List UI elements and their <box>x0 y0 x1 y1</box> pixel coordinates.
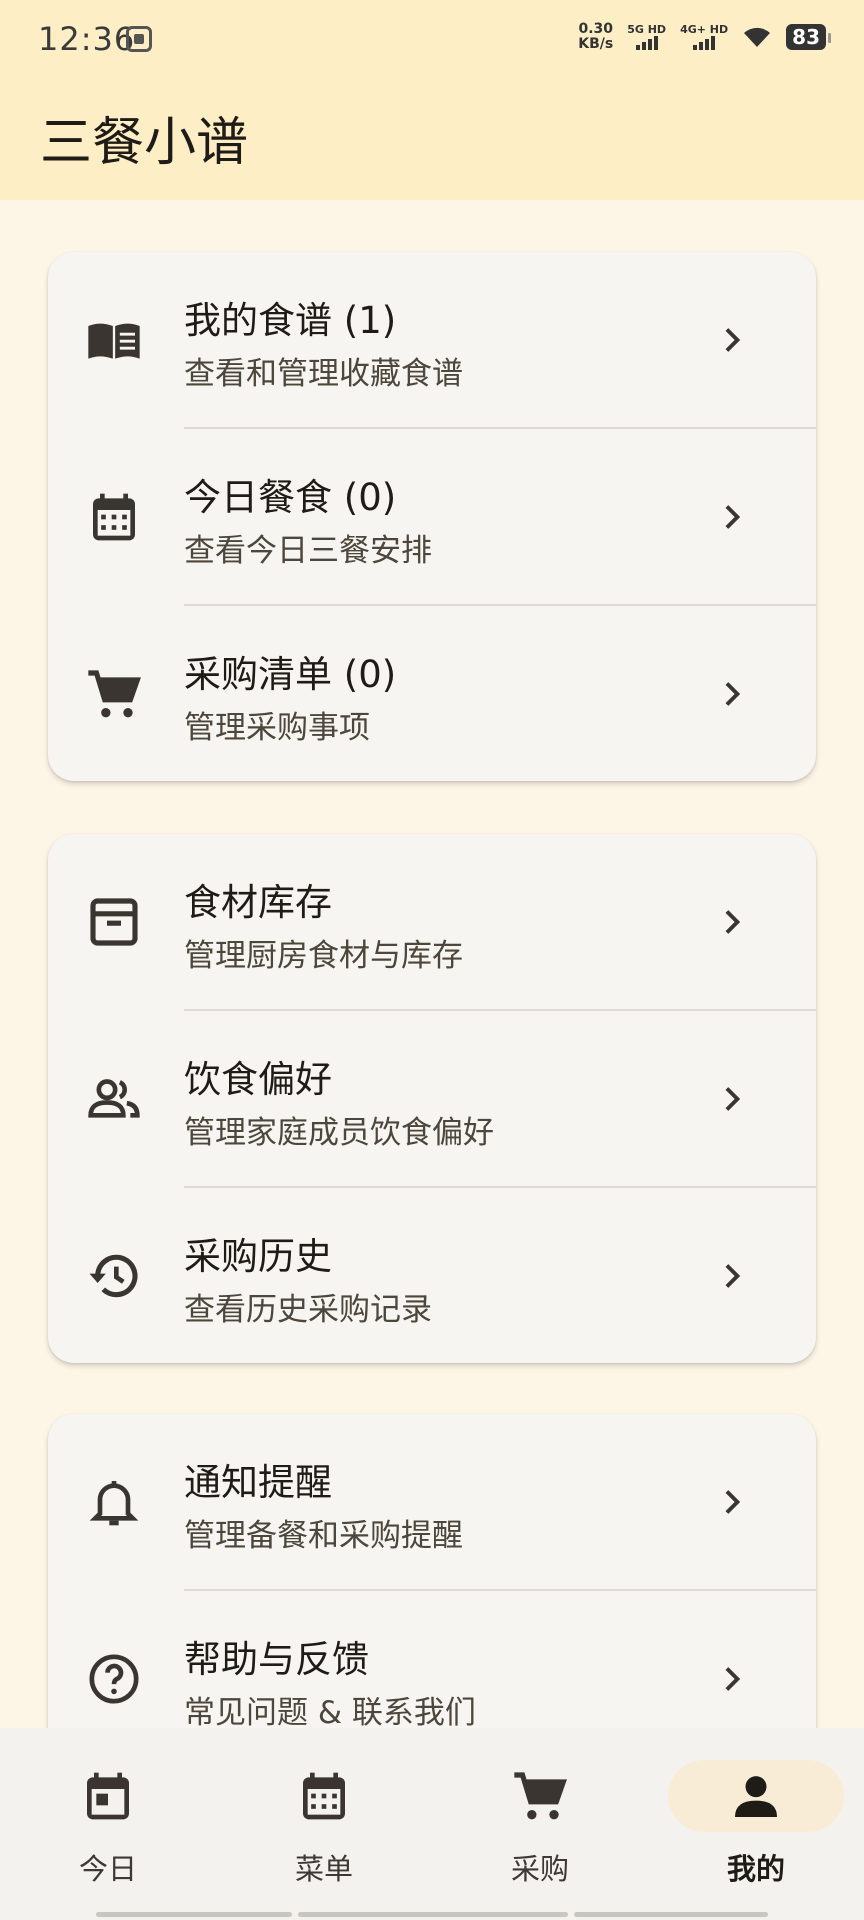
bottom-navigation: 今日 菜单 采购 我的 <box>0 1728 864 1920</box>
menu-item-subtitle: 管理厨房食材与库存 <box>184 938 463 974</box>
network-speed-unit: KB/s <box>578 36 614 52</box>
status-bar: 12:36 0.30 KB/s 5G HD 4G+ HD 83 <box>0 0 864 80</box>
menu-item-diet-preferences[interactable]: 饮食偏好 管理家庭成员饮食偏好 <box>48 1011 816 1186</box>
gesture-bar <box>298 1912 568 1917</box>
menu-item-notifications[interactable]: 通知提醒 管理备餐和采购提醒 <box>48 1414 816 1589</box>
menu-item-title: 饮食偏好 <box>184 1058 332 1101</box>
menu-item-shopping-list[interactable]: 采购清单 (0) 管理采购事项 <box>48 606 816 781</box>
chevron-right-icon <box>725 1087 741 1111</box>
menu-item-subtitle: 管理备餐和采购提醒 <box>184 1518 463 1554</box>
app-bar: 三餐小谱 <box>0 80 864 200</box>
status-time: 12:36 <box>38 20 136 58</box>
menu-item-subtitle: 查看今日三餐安排 <box>184 533 432 569</box>
today-calendar-icon <box>87 1772 129 1820</box>
history-icon <box>89 1254 138 1298</box>
network-speed-value: 0.30 <box>578 21 613 37</box>
signal-4g-label: 4G+ HD <box>680 23 729 36</box>
menu-card-2: 食材库存 管理厨房食材与库存 饮食偏好 管理家庭成员饮食偏好 采购历史 查看历史… <box>48 834 816 1363</box>
chevron-right-icon <box>725 328 741 352</box>
chevron-right-icon <box>725 1490 741 1514</box>
menu-card-1: 我的食谱 (1) 查看和管理收藏食谱 今日餐食 (0) 查看今日三餐安排 采购清… <box>48 252 816 781</box>
signal-4g-icon: 4G+ HD <box>680 24 728 50</box>
cart-icon <box>514 1772 567 1820</box>
menu-item-today-meals[interactable]: 今日餐食 (0) 查看今日三餐安排 <box>48 429 816 604</box>
menu-item-subtitle: 常见问题 & 联系我们 <box>184 1695 476 1731</box>
menu-item-title: 帮助与反馈 <box>184 1638 369 1681</box>
chevron-right-icon <box>725 505 741 529</box>
nav-mine[interactable]: 我的 <box>648 1728 864 1920</box>
nav-today[interactable]: 今日 <box>0 1728 216 1920</box>
chevron-right-icon <box>725 1667 741 1691</box>
gesture-bar <box>96 1912 292 1917</box>
menu-item-subtitle: 管理采购事项 <box>184 710 370 746</box>
nav-shopping[interactable]: 采购 <box>432 1728 648 1920</box>
menu-item-my-recipes[interactable]: 我的食谱 (1) 查看和管理收藏食谱 <box>48 252 816 427</box>
archive-box-icon <box>90 898 138 946</box>
signal-5g-label: 5G HD <box>627 23 667 36</box>
menu-item-title: 今日餐食 (0) <box>184 476 397 519</box>
app-notification-icon <box>126 26 152 52</box>
menu-calendar-icon <box>303 1772 345 1820</box>
menu-item-title: 通知提醒 <box>184 1461 332 1504</box>
menu-item-purchase-history[interactable]: 采购历史 查看历史采购记录 <box>48 1188 816 1363</box>
menu-item-subtitle: 查看历史采购记录 <box>184 1292 432 1328</box>
person-icon <box>735 1776 777 1817</box>
nav-label: 采购 <box>510 1852 569 1886</box>
network-speed: 0.30 KB/s <box>578 22 613 52</box>
recipe-book-icon <box>88 323 140 359</box>
chevron-right-icon <box>725 682 741 706</box>
nav-label: 菜单 <box>294 1852 353 1886</box>
page-title: 三餐小谱 <box>40 113 249 173</box>
wifi-icon <box>744 27 771 47</box>
gesture-bar <box>574 1912 768 1917</box>
nav-label: 今日 <box>78 1852 137 1886</box>
menu-item-title: 我的食谱 (1) <box>184 299 397 342</box>
nav-menu[interactable]: 菜单 <box>216 1728 432 1920</box>
bell-icon <box>89 1481 139 1526</box>
battery-icon: 83 <box>786 24 831 50</box>
menu-item-title: 采购历史 <box>184 1235 332 1278</box>
signal-5g-icon: 5G HD <box>627 24 666 50</box>
calendar-icon <box>93 493 135 541</box>
menu-item-subtitle: 管理家庭成员饮食偏好 <box>184 1115 494 1151</box>
help-circle-icon <box>89 1654 139 1704</box>
nav-label: 我的 <box>726 1852 785 1886</box>
cart-icon <box>88 670 141 718</box>
menu-item-title: 采购清单 (0) <box>184 653 397 696</box>
menu-item-title: 食材库存 <box>184 881 332 924</box>
status-indicators: 0.30 KB/s 5G HD 4G+ HD 83 <box>578 22 831 52</box>
menu-item-inventory[interactable]: 食材库存 管理厨房食材与库存 <box>48 834 816 1009</box>
chevron-right-icon <box>725 910 741 934</box>
menu-item-subtitle: 查看和管理收藏食谱 <box>184 356 463 392</box>
people-icon <box>88 1079 140 1118</box>
chevron-right-icon <box>725 1264 741 1288</box>
